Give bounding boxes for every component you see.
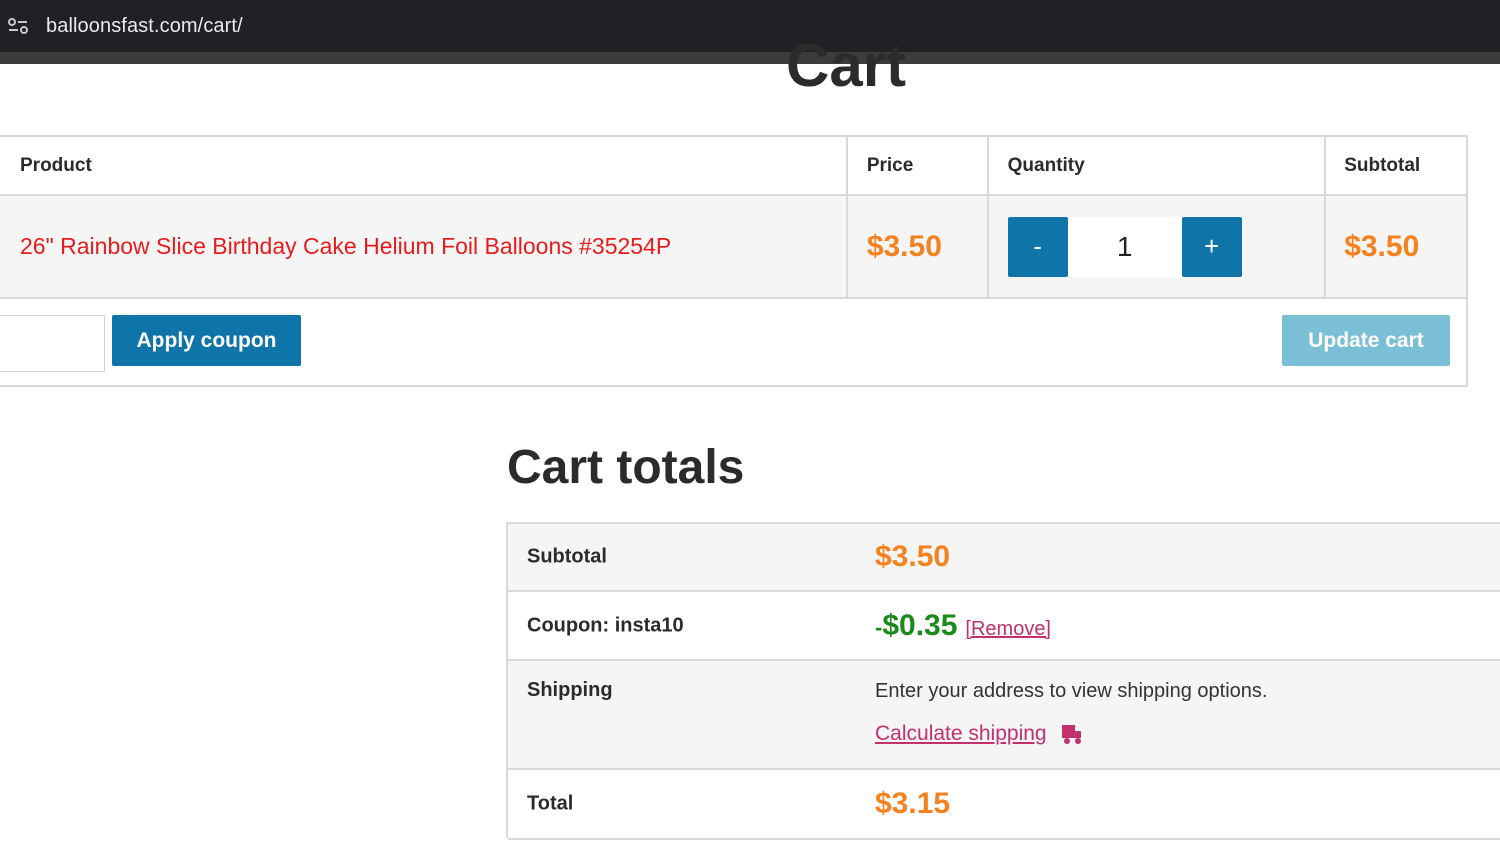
quantity-decrease-button[interactable]: - bbox=[1007, 216, 1068, 277]
shipping-label: Shipping bbox=[527, 679, 613, 701]
address-url[interactable]: balloonsfast.com/cart/ bbox=[46, 15, 243, 38]
cart-table: Product Price Quantity Subtotal 26" Rain… bbox=[0, 135, 1468, 387]
cart-actions: Apply coupon Update cart bbox=[0, 299, 1466, 385]
coupon-code-input[interactable] bbox=[0, 315, 105, 372]
discount-sign: - bbox=[875, 614, 883, 640]
quantity-stepper: - 1 + bbox=[1007, 216, 1242, 277]
quantity-increase-button[interactable]: + bbox=[1181, 216, 1242, 277]
product-link[interactable]: 26" Rainbow Slice Birthday Cake Helium F… bbox=[20, 233, 671, 260]
table-row: 26" Rainbow Slice Birthday Cake Helium F… bbox=[0, 196, 1466, 299]
browser-address-bar: balloonsfast.com/cart/ bbox=[0, 0, 1500, 52]
update-cart-button[interactable]: Update cart bbox=[1282, 315, 1450, 366]
total-label: Total bbox=[527, 792, 574, 815]
cart-totals-title: Cart totals bbox=[507, 441, 745, 494]
cart-table-header: Product Price Quantity Subtotal bbox=[0, 137, 1466, 196]
totals-subtotal-row: Subtotal $3.50 bbox=[508, 524, 1500, 592]
apply-coupon-button[interactable]: Apply coupon bbox=[112, 315, 301, 366]
calculate-shipping-link[interactable]: Calculate shipping bbox=[875, 722, 1083, 746]
header-product: Product bbox=[20, 154, 92, 176]
header-quantity: Quantity bbox=[1007, 154, 1085, 176]
header-price: Price bbox=[866, 154, 914, 176]
shipping-info-text: Enter your address to view shipping opti… bbox=[875, 680, 1268, 702]
item-subtotal: $3.50 bbox=[1344, 229, 1420, 263]
toolbar-divider bbox=[0, 52, 1500, 64]
coupon-label: Coupon: insta10 bbox=[527, 614, 684, 636]
truck-icon bbox=[1061, 723, 1083, 745]
quantity-input[interactable]: 1 bbox=[1067, 216, 1182, 277]
totals-total-row: Total $3.15 bbox=[508, 770, 1500, 840]
totals-shipping-row: Shipping Enter your address to view ship… bbox=[508, 661, 1500, 770]
calculate-shipping-label[interactable]: Calculate shipping bbox=[875, 722, 1047, 746]
page-title: Cart bbox=[786, 32, 907, 99]
coupon-discount-value: $0.35 bbox=[882, 608, 958, 642]
item-price: $3.50 bbox=[866, 229, 942, 263]
total-value: $3.15 bbox=[875, 787, 951, 820]
remove-coupon-link[interactable]: [Remove] bbox=[965, 618, 1051, 641]
site-settings-icon[interactable] bbox=[0, 8, 36, 44]
subtotal-value: $3.50 bbox=[875, 540, 951, 573]
header-subtotal: Subtotal bbox=[1344, 154, 1421, 176]
subtotal-label: Subtotal bbox=[527, 545, 607, 568]
cart-totals-table: Subtotal $3.50 Coupon: insta10 - $0.35 [… bbox=[506, 522, 1500, 840]
totals-coupon-row: Coupon: insta10 - $0.35 [Remove] bbox=[508, 592, 1500, 661]
